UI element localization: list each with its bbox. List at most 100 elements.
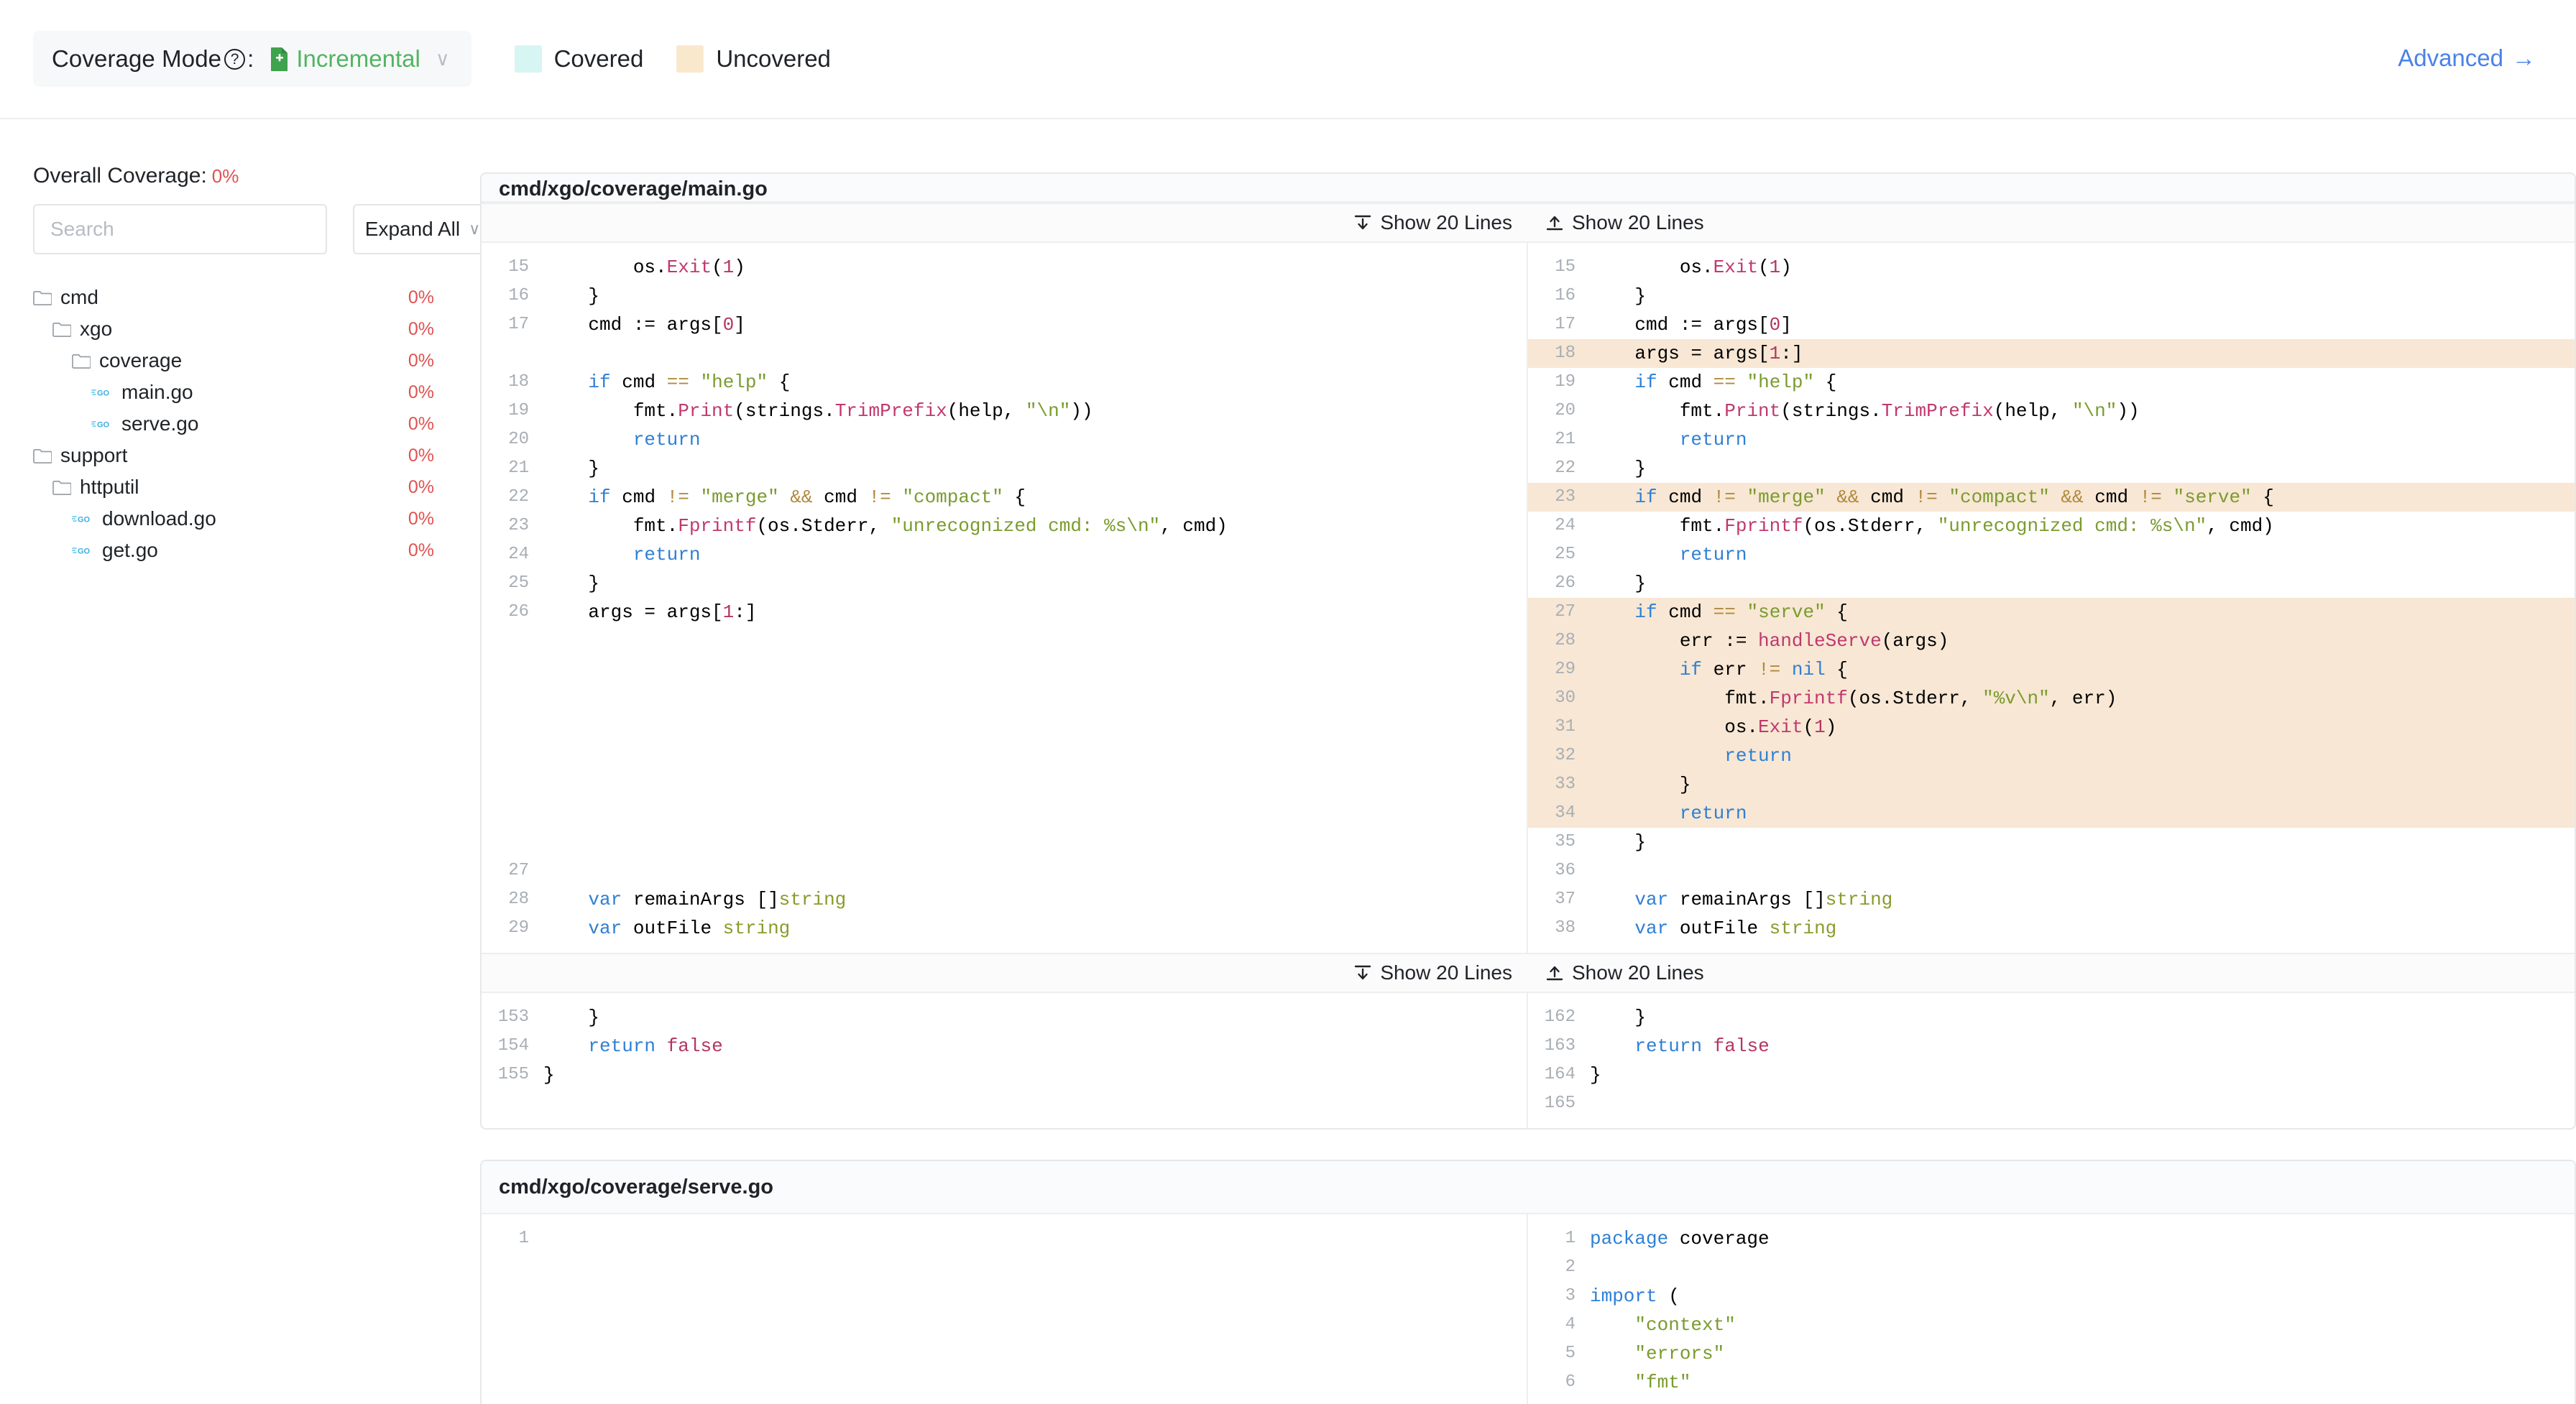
line-content [1590,1089,1601,1118]
folder-icon [52,480,71,495]
line-content [543,627,555,655]
tree-item-support[interactable]: support 0% [33,440,434,471]
code-line: 38 var outFile string [1528,914,2575,943]
code-line [482,1368,1527,1397]
code-line [482,655,1527,684]
diff-pane-old[interactable]: 15 os.Exit(1)16 }17 cmd := args[0] 18 if… [482,243,1528,953]
line-number: 26 [482,598,543,627]
line-content: if cmd == "help" { [543,368,790,397]
line-content: } [543,282,599,310]
sidebar-controls: Expand All ∨ [33,204,434,254]
tree-item-cmd[interactable]: cmd0% [33,282,434,313]
line-number: 20 [1528,397,1590,425]
code-line: 153 } [482,1003,1527,1032]
show-20-lines-down-button[interactable]: Show 20 Lines [1353,961,1528,984]
expand-all-button[interactable]: Expand All ∨ [353,204,492,254]
code-line: 36 [1528,856,2575,885]
code-line: 17 cmd := args[0] [482,310,1527,339]
line-number: 2 [1528,1253,1590,1282]
advanced-link[interactable]: Advanced → [2398,45,2536,72]
show-20-lines-up-button[interactable]: Show 20 Lines [1545,961,1720,984]
code-line [482,770,1527,799]
tree-item-coverage: 0% [408,445,434,466]
code-line: 24 fmt.Fprintf(os.Stderr, "unrecognized … [1528,512,2575,540]
tree-item-download-go[interactable]: GOdownload.go0% [33,503,434,535]
show-20-lines-up-button[interactable]: Show 20 Lines [1545,211,1720,234]
code-line: 22 } [1528,454,2575,483]
code-line: 6 "fmt" [1528,1368,2575,1397]
go-file-icon: GO [91,387,113,398]
line-number: 20 [482,425,543,454]
code-line: 34 return [1528,799,2575,828]
arrow-right-icon: → [2512,45,2536,72]
arrow-down-to-bar-icon [1353,964,1372,982]
chevron-down-icon: ∨ [436,50,450,69]
diff-pane-new[interactable]: 15 os.Exit(1)16 }17 cmd := args[0]18 arg… [1528,243,2575,953]
go-file-icon: GO [91,418,113,430]
line-content: package coverage [1590,1224,1770,1253]
diff-body-file2: 1 1package coverage2 3import (4 "context… [482,1214,2575,1404]
diff-pane-old[interactable]: 153 }154 return false155} [482,993,1528,1128]
show-20-lines-label: Show 20 Lines [1572,211,1704,234]
line-number: 17 [1528,310,1590,339]
line-content [543,799,555,828]
tree-item-serve-go[interactable]: GOserve.go0% [33,408,434,440]
tree-item-label: support [60,444,127,467]
coverage-mode-dropdown[interactable]: Incremental ∨ [270,45,449,73]
show-20-lines-down-button[interactable]: Show 20 Lines [1353,211,1528,234]
code-line: 25 return [1528,540,2575,569]
line-content: cmd := args[0] [543,310,745,339]
code-line: 28 err := handleServe(args) [1528,627,2575,655]
line-number: 1 [482,1224,543,1253]
line-number: 26 [1528,569,1590,598]
search-input[interactable] [33,204,327,254]
line-number: 31 [1528,713,1590,742]
code-line: 29 if err != nil { [1528,655,2575,684]
expander-right-top: Show 20 Lines [1528,204,2575,241]
tree-item-coverage[interactable]: coverage0% [33,345,434,377]
tree-item-coverage: 0% [408,319,434,340]
line-number: 29 [1528,655,1590,684]
code-line: 17 cmd := args[0] [1528,310,2575,339]
line-number: 6 [1528,1368,1590,1397]
line-number: 1 [1528,1224,1590,1253]
line-number: 19 [482,397,543,425]
line-content: cmd := args[0] [1590,310,1792,339]
code-line: 24 return [482,540,1527,569]
line-number: 164 [1528,1061,1590,1089]
svg-text:GO: GO [78,548,91,556]
go-file-icon: GO [72,513,93,525]
line-content: var remainArgs []string [1590,885,1892,914]
diff-pane-new[interactable]: 162 }163 return false164}165 [1528,993,2575,1128]
line-number: 27 [482,856,543,885]
coverage-mode-text: Coverage Mode [52,45,221,73]
code-line: 23 fmt.Fprintf(os.Stderr, "unrecognized … [482,512,1527,540]
line-content: os.Exit(1) [543,253,745,282]
line-content: return [1590,799,1747,828]
tree-item-get-go[interactable]: GOget.go0% [33,535,434,566]
tree-item-coverage: 0% [408,351,434,371]
coverage-mode-control[interactable]: Coverage Mode?: Incremental ∨ [33,31,472,87]
expander-left-top: Show 20 Lines [482,204,1528,241]
code-line: 28 var remainArgs []string [482,885,1527,914]
tree-item-httputil[interactable]: httputil0% [33,471,434,503]
help-icon[interactable]: ? [224,49,245,70]
code-line: 18 args = args[1:] [1528,339,2575,368]
file-card-main-go: cmd/xgo/coverage/main.go Show 20 Lines [480,172,2576,1130]
line-number: 34 [1528,799,1590,828]
tree-item-label: serve.go [121,412,198,435]
diff-pane-old[interactable]: 1 [482,1214,1528,1404]
diff-pane-new[interactable]: 1package coverage2 3import (4 "context"5… [1528,1214,2575,1404]
overall-coverage: Overall Coverage: 0% [33,164,434,188]
file-tree: cmd0%xgo0%coverage0%GOmain.go0%GOserve.g… [33,282,434,566]
code-line [482,742,1527,770]
line-number: 35 [1528,828,1590,856]
line-content [543,1339,555,1368]
chevron-down-icon: ∨ [469,220,480,239]
arrow-up-from-bar-icon [1545,964,1564,982]
line-content: import ( [1590,1282,1680,1311]
code-line: 162 } [1528,1003,2575,1032]
tree-item-xgo[interactable]: xgo0% [33,313,434,345]
tree-item-main-go[interactable]: GOmain.go0% [33,377,434,408]
line-content: fmt.Print(strings.TrimPrefix(help, "\n")… [1590,397,2140,425]
